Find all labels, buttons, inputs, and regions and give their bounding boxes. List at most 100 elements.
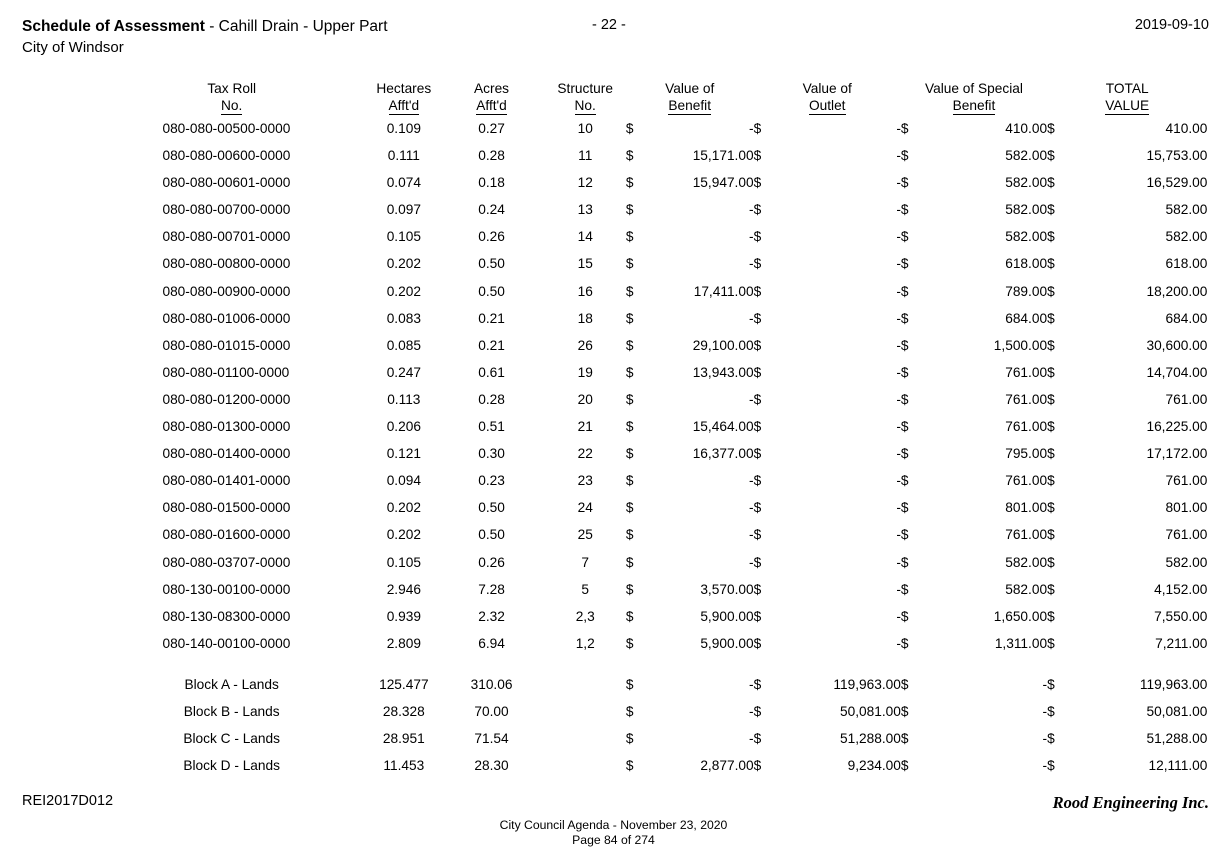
cell-hectares-afftd: 0.085 <box>386 337 421 353</box>
cell-total-value-currency-symbol: $ <box>1047 731 1055 747</box>
cell-value-of-special-benefit-currency-symbol: $ <box>900 229 909 245</box>
cell-value-of-special-benefit-value: 582.00 <box>1005 581 1048 597</box>
cell-total-value-currency-symbol: $ <box>1047 527 1055 543</box>
column-header-line1: Structure <box>557 81 613 96</box>
spacer-cell <box>525 359 544 386</box>
spacer-cell <box>0 115 162 142</box>
spacer-cell <box>525 725 544 752</box>
cell-value-of-outlet-value: 50,081.00 <box>839 703 901 719</box>
cell-total-value-value: 50,081.00 <box>1146 703 1208 719</box>
cell-value-of-outlet-value: - <box>896 175 901 191</box>
cell-value-of-special-benefit-currency-symbol: $ <box>900 581 909 597</box>
spacer-cell <box>525 223 544 250</box>
cell-value-of-benefit-currency-symbol: $ <box>625 473 634 489</box>
cell-value-of-benefit-value: - <box>749 202 754 218</box>
cell-value-of-special-benefit-value: 582.00 <box>1005 175 1048 191</box>
cell-total-value-currency-symbol: $ <box>1047 283 1055 299</box>
cell-value-of-benefit-value: 5,900.00 <box>700 635 754 651</box>
cell-total-value-value: 801.00 <box>1165 500 1208 516</box>
table-row-block: Block B - Lands 28.328 70.00 $ - $50,081.00 $ -… <box>0 698 1227 725</box>
table-row: 080-080-01400-0000 0.121 0.30 22 $16,377.00 $… <box>0 440 1227 467</box>
cell-value-of-benefit-currency-symbol: $ <box>625 581 634 597</box>
cell-value-of-benefit-value: 2,877.00 <box>700 758 754 774</box>
spacer-cell <box>444 332 458 359</box>
spacer-cell <box>1207 698 1227 725</box>
cell-total-value-value: 16,225.00 <box>1146 419 1208 435</box>
cell-value-of-outlet-currency-symbol: $ <box>753 310 762 326</box>
cell-structure-no: 24 <box>577 500 593 516</box>
cell-value-of-outlet-value: - <box>896 148 901 164</box>
cell-value-of-benefit-value: 15,171.00 <box>692 148 754 164</box>
cell-structure-no: 20 <box>577 391 593 407</box>
cell-structure-no: 5 <box>581 581 590 597</box>
column-header-line2: Outlet <box>808 98 846 115</box>
cell-total-value-currency-symbol: $ <box>1047 121 1055 136</box>
cell-value-of-special-benefit-value: 618.00 <box>1005 256 1048 272</box>
cell-acres-afftd: 0.50 <box>478 283 505 299</box>
cell-value-of-benefit-value: - <box>749 229 754 245</box>
cell-value-of-special-benefit-currency-symbol: $ <box>900 175 909 191</box>
cell-tax-roll-no: 080-080-00500-0000 <box>162 121 291 136</box>
cell-structure-no: 23 <box>577 473 593 489</box>
spacer-cell <box>525 250 544 277</box>
cell-tax-roll-no: 080-080-00701-0000 <box>162 229 291 245</box>
header-date: 2019-09-10 <box>1134 17 1209 33</box>
cell-value-of-benefit-value: 17,411.00 <box>693 283 754 299</box>
cell-value-of-benefit-currency-symbol: $ <box>625 446 634 462</box>
table-row: 080-080-00601-0000 0.074 0.18 12 $15,947.00 $… <box>0 169 1227 196</box>
cell-acres-afftd: 0.23 <box>478 473 505 489</box>
cell-tax-roll-no: 080-080-00601-0000 <box>162 175 291 191</box>
cell-value-of-outlet-currency-symbol: $ <box>753 635 762 651</box>
table-row: 080-080-00500-0000 0.109 0.27 10 $ - $ - $410.00… <box>0 115 1227 142</box>
column-header-hectares: Hectares Afft'd <box>364 80 444 115</box>
spacer-cell <box>444 80 458 115</box>
cell-value-of-benefit-currency-symbol: $ <box>625 229 634 245</box>
cell-tax-roll-no: Block C - Lands <box>183 731 280 747</box>
spacer-cell <box>444 359 458 386</box>
cell-total-value-currency-symbol: $ <box>1047 391 1055 407</box>
cell-hectares-afftd: 2.946 <box>386 581 421 597</box>
spacer-cell <box>301 603 364 630</box>
column-header-acres: Acres Afft'd <box>458 80 525 115</box>
spacer-cell <box>525 467 544 494</box>
cell-value-of-benefit-currency-symbol: $ <box>625 554 634 570</box>
cell-total-value-value: 119,963.00 <box>1139 676 1208 692</box>
cell-value-of-benefit-currency-symbol: $ <box>625 676 634 692</box>
cell-value-of-special-benefit-currency-symbol: $ <box>900 148 909 164</box>
spacer-cell <box>0 332 162 359</box>
column-header-line1: Hectares <box>376 81 432 96</box>
spacer-cell <box>1207 630 1227 657</box>
table-row: 080-130-00100-0000 2.946 7.28 5 $3,570.00 $ - $… <box>0 576 1227 603</box>
spacer-cell <box>1207 467 1227 494</box>
cell-tax-roll-no: 080-080-00900-0000 <box>162 283 291 299</box>
cell-structure-no: 1,2 <box>575 635 595 651</box>
cell-structure-no: 18 <box>577 310 593 326</box>
cell-hectares-afftd: 0.202 <box>386 500 421 516</box>
cell-value-of-outlet-value: - <box>896 419 901 435</box>
spacer-cell <box>444 671 458 698</box>
cell-structure-no <box>545 698 626 725</box>
cell-value-of-outlet-value: - <box>896 473 901 489</box>
table-row: 080-080-03707-0000 0.105 0.26 7 $ - $ - $582.00 $… <box>0 549 1227 576</box>
cell-value-of-special-benefit-value: - <box>1042 703 1048 719</box>
spacer-cell <box>0 80 162 115</box>
spacer-cell <box>525 576 544 603</box>
cell-hectares-afftd: 0.202 <box>386 256 421 272</box>
cell-tax-roll-no: 080-130-08300-0000 <box>162 608 291 624</box>
spacer-cell <box>1207 549 1227 576</box>
cell-tax-roll-no: 080-140-00100-0000 <box>162 635 291 651</box>
cell-acres-afftd: 2.32 <box>478 608 505 624</box>
cell-value-of-outlet-currency-symbol: $ <box>753 121 762 136</box>
cell-total-value-value: 30,600.00 <box>1146 337 1208 353</box>
cell-acres-afftd: 0.50 <box>478 500 505 516</box>
column-header-structure: Structure No. <box>545 80 626 115</box>
cell-value-of-special-benefit-currency-symbol: $ <box>900 703 909 719</box>
spacer-cell <box>525 671 544 698</box>
cell-tax-roll-no: 080-080-01500-0000 <box>162 500 291 516</box>
table-row: 080-080-01600-0000 0.202 0.50 25 $ - $ - $761.00… <box>0 521 1227 548</box>
cell-value-of-special-benefit-value: - <box>1042 676 1048 692</box>
cell-hectares-afftd: 2.809 <box>386 635 421 651</box>
spacer-cell <box>0 196 162 223</box>
spacer-cell <box>1207 305 1227 332</box>
cell-tax-roll-no: Block B - Lands <box>183 703 280 719</box>
